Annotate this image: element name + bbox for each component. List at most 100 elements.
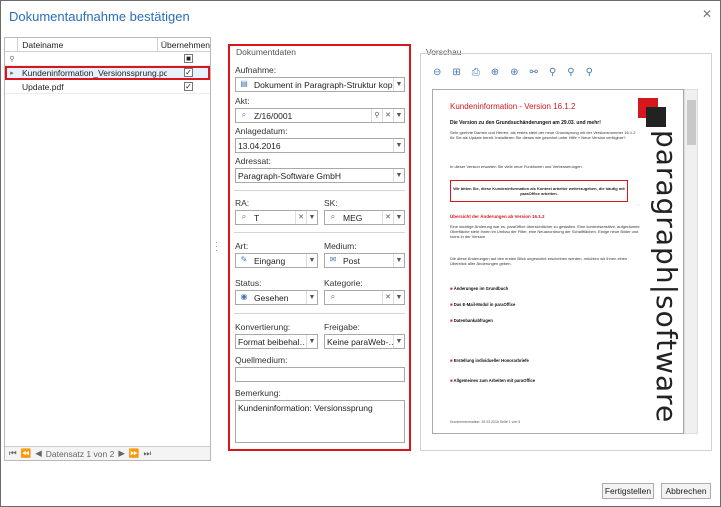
user-search-icon[interactable]: ⌕ — [327, 212, 339, 223]
chevron-down-icon[interactable]: ▼ — [393, 169, 404, 182]
print-icon[interactable]: ⎙ — [472, 67, 480, 78]
grid-header: Dateiname Übernehmen — [5, 38, 210, 52]
status-select[interactable]: ◉ Gesehen ▼ — [235, 290, 318, 305]
record-counter: Datensatz 1 von 2 — [45, 448, 115, 459]
column-header-take[interactable]: Übernehmen — [158, 38, 210, 51]
kategorie-label: Kategorie: — [324, 278, 363, 288]
akt-field[interactable]: ⌕ Z/16/0001 ⚲ ✕ ▼ — [235, 108, 405, 123]
next-record-icon[interactable]: ▶ — [118, 448, 125, 459]
freigabe-select[interactable]: Keine paraWeb-… ▼ — [324, 334, 405, 349]
chevron-down-icon[interactable]: ▼ — [393, 139, 404, 152]
doc-subtitle: Die Version zu den Grundsuchänderungen a… — [450, 120, 601, 126]
chevron-down-icon[interactable]: ▼ — [306, 254, 317, 267]
find-icon[interactable]: ⚯ — [530, 67, 538, 78]
table-row[interactable]: ▸ Kundeninformation_Versionssprung.pdf ✓ — [5, 66, 210, 80]
doc-footer: Kundeninformation: 29.03.2016 Seite 1 vo… — [450, 420, 521, 424]
back-icon[interactable]: ⊖ — [433, 67, 441, 78]
logo-mark — [646, 107, 666, 127]
chevron-down-icon[interactable]: ▼ — [393, 254, 404, 267]
record-navigator: ⏮ ⏪ ◀ Datensatz 1 von 2 ▶ ⏩ ⏭ — [5, 446, 210, 460]
ra-select[interactable]: ⌕ T ✕ ▼ — [235, 210, 318, 225]
preview-scrollbar[interactable] — [684, 89, 698, 434]
kategorie-select[interactable]: ⌕ ✕ ▼ — [324, 290, 405, 305]
last-record-icon[interactable]: ⏭ — [143, 448, 151, 459]
search-icon[interactable]: ⚲ — [371, 109, 382, 122]
doc-paragraph: Eine wichtige Änderung war es, paraOffic… — [450, 224, 640, 239]
column-header-filename[interactable]: Dateiname — [18, 38, 158, 51]
chevron-down-icon[interactable]: ▼ — [393, 211, 404, 224]
first-record-icon[interactable]: ⏮ — [9, 448, 17, 459]
status-label: Status: — [235, 278, 262, 288]
table-row[interactable]: Update.pdf ✓ — [5, 80, 210, 94]
medium-label: Medium: — [324, 241, 357, 251]
divider — [234, 232, 405, 233]
chevron-down-icon[interactable]: ▼ — [393, 78, 404, 91]
cancel-button[interactable]: Abbrechen — [661, 483, 711, 499]
filename-cell[interactable]: Kundeninformation_Versionssprung.pdf — [19, 68, 167, 78]
user-search-icon[interactable]: ⌕ — [238, 212, 250, 223]
zoom-in-icon[interactable]: ⚲ — [567, 67, 574, 78]
clear-icon[interactable]: ✕ — [382, 211, 393, 224]
preview-document: paragraph|software Kundeninformation - V… — [432, 89, 684, 434]
chevron-down-icon[interactable]: ▼ — [306, 335, 317, 348]
adressat-select[interactable]: Paragraph-Software GmbH ▼ — [235, 168, 405, 183]
mail-icon: ✉ — [329, 255, 337, 264]
art-select[interactable]: ✎ Eingang ▼ — [235, 253, 318, 268]
prev-record-icon[interactable]: ◀ — [35, 448, 42, 459]
row-pointer-icon: ▸ — [10, 69, 14, 77]
bemerkung-textarea[interactable]: Kundeninformation: Versionssprung — [235, 400, 405, 443]
document-icon: ▤ — [240, 79, 248, 88]
konvertierung-select[interactable]: Format beibehal… ▼ — [235, 334, 318, 349]
windows-icon[interactable]: ⊞ — [452, 67, 460, 78]
anlagedatum-picker[interactable]: 13.04.2016 ▼ — [235, 138, 405, 153]
prev-page-icon[interactable]: ⏪ — [21, 448, 32, 459]
inbox-icon: ✎ — [240, 255, 248, 264]
anlagedatum-label: Anlagedatum: — [235, 126, 288, 136]
clear-icon[interactable]: ✕ — [295, 211, 306, 224]
doc-notice-box: Wir bitten Sie, diese Kundeninformation … — [450, 180, 628, 202]
filter-checkbox[interactable]: ■ — [184, 54, 193, 63]
take-checkbox[interactable]: ✓ — [184, 82, 193, 91]
preview-toolbar: ⊖ ⊞ ⎙ ⊕ ⊕ ⚯ ⚲ ⚲ ⚲ — [433, 67, 593, 78]
close-icon[interactable]: ✕ — [702, 7, 712, 21]
clear-icon[interactable]: ✕ — [382, 291, 393, 304]
quellmedium-label: Quellmedium: — [235, 355, 288, 365]
doc-title: Kundeninformation - Version 16.1.2 — [450, 102, 576, 111]
page-up-icon[interactable]: ⊕ — [491, 67, 499, 78]
chevron-down-icon[interactable]: ▼ — [393, 291, 404, 304]
doc-paragraph: In dieser Version erwarten Sie viele neu… — [450, 164, 583, 169]
ra-label: RA: — [235, 198, 250, 208]
medium-select[interactable]: ✉ Post ▼ — [324, 253, 405, 268]
filename-cell[interactable]: Update.pdf — [19, 82, 167, 92]
chevron-down-icon[interactable]: ▼ — [306, 211, 317, 224]
dialog-window: Dokumentaufnahme bestätigen ✕ Dateiname … — [0, 0, 721, 507]
scrollbar-thumb[interactable] — [687, 100, 696, 145]
zoom-out-icon[interactable]: ⚲ — [549, 67, 556, 78]
take-checkbox[interactable]: ✓ — [184, 68, 193, 77]
finish-button[interactable]: Fertigstellen — [602, 483, 654, 499]
aufnahme-select[interactable]: ▤ Dokument in Paragraph-Struktur kopie… … — [235, 77, 405, 92]
doc-list-item: ■ Erstellung individueller Honorarbriefe — [450, 358, 529, 363]
quellmedium-input[interactable] — [235, 367, 405, 382]
art-label: Art: — [235, 241, 249, 251]
doc-list-item: ■ Das E-Mail-Modul in paraOffice — [450, 302, 516, 307]
filter-row: ⚲ ■ — [5, 52, 210, 66]
chevron-down-icon[interactable]: ▼ — [306, 291, 317, 304]
zoom-fit-icon[interactable]: ⚲ — [586, 67, 593, 78]
doc-list-item: ■ Änderungen im Grundbuch — [450, 286, 509, 291]
konvertierung-label: Konvertierung: — [235, 322, 291, 332]
chevron-down-icon[interactable]: ▼ — [393, 109, 404, 122]
file-search-icon[interactable]: ⌕ — [238, 110, 250, 121]
clear-icon[interactable]: ✕ — [382, 109, 393, 122]
page-down-icon[interactable]: ⊕ — [510, 67, 518, 78]
splitter-handle[interactable]: · · · — [215, 239, 218, 255]
logo-text: paragraph|software — [650, 130, 683, 424]
document-data-legend: Dokumentdaten — [234, 47, 299, 57]
category-search-icon[interactable]: ⌕ — [327, 292, 339, 303]
filter-icon[interactable]: ⚲ — [5, 55, 19, 63]
sk-select[interactable]: ⌕ MEG ✕ ▼ — [324, 210, 405, 225]
status-icon: ◉ — [240, 292, 248, 301]
chevron-down-icon[interactable]: ▼ — [393, 335, 404, 348]
akt-label: Akt: — [235, 96, 250, 106]
next-page-icon[interactable]: ⏩ — [129, 448, 140, 459]
